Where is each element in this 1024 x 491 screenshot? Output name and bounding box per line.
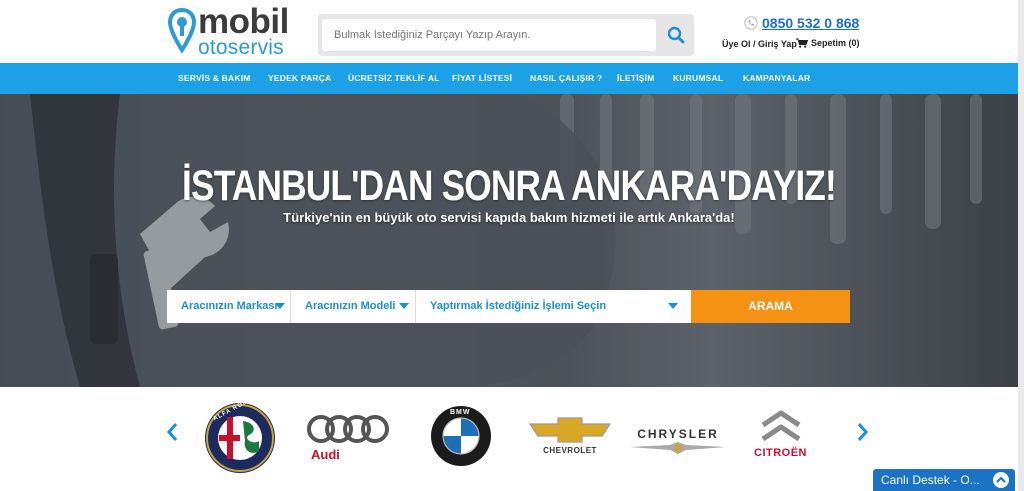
- nav-iletisim[interactable]: İLETİŞİM: [617, 73, 655, 83]
- search-icon: [667, 26, 685, 44]
- hero-title: İSTANBUL'DAN SONRA ANKARA'DAYIZ!: [182, 162, 837, 210]
- service-select-label: Yaptırmak İstediğiniz İşlemi Seçin: [430, 300, 607, 312]
- chevron-down-icon: [668, 303, 678, 309]
- cart-label: Sepetim (0): [811, 38, 860, 48]
- chrysler-wings-logo: [630, 442, 726, 454]
- nav-ucretsiz-teklif[interactable]: ÜCRETSİZ TEKLİF AL: [348, 73, 440, 83]
- hero-subtitle: Türkiye'nin en büyük oto servisi kapıda …: [283, 210, 735, 225]
- nav-nasil-calisir[interactable]: NASIL ÇALIŞIR ?: [530, 73, 602, 83]
- phone-icon: [744, 16, 758, 30]
- brand-select[interactable]: Aracınızın Markası: [167, 290, 291, 323]
- search-bar: [318, 14, 694, 56]
- brand-label-chevrolet: CHEVROLET: [543, 446, 597, 455]
- brand-alfa-romeo[interactable]: ALFA ROMEO: [203, 394, 277, 475]
- chevron-up-icon[interactable]: [993, 472, 1009, 488]
- brand-select-label: Aracınızın Markası: [181, 300, 278, 312]
- brand-label-bmw: BMW: [450, 409, 471, 416]
- audi-logo: [307, 415, 389, 443]
- phone-number-link[interactable]: 0850 532 0 868: [762, 15, 859, 31]
- brand-bmw[interactable]: BMW: [430, 405, 492, 467]
- page: mobil otoservis 0850 532 0 868 Üye Ol / …: [0, 0, 1024, 491]
- chevron-right-icon[interactable]: [856, 421, 870, 443]
- service-select[interactable]: Yaptırmak İstediğiniz İşlemi Seçin: [416, 290, 691, 323]
- hero-background-image: [0, 94, 1018, 387]
- logo-text-otoservis: otoservis: [198, 36, 284, 59]
- live-support-label: Canlı Destek - O...: [881, 473, 980, 487]
- brand-citroen[interactable]: CITROËN: [754, 409, 807, 459]
- brand-label-citroen: CITROËN: [754, 447, 807, 459]
- chevron-left-icon[interactable]: [165, 421, 179, 443]
- logo[interactable]: mobil otoservis: [168, 2, 298, 59]
- brand-label-audi: Audi: [311, 447, 340, 462]
- chevron-down-icon: [399, 303, 409, 309]
- brand-label-chrysler: CHRYSLER: [637, 427, 719, 441]
- nav-fiyat-listesi[interactable]: FİYAT LİSTESİ: [452, 73, 512, 83]
- chevrolet-logo: [528, 417, 612, 443]
- chevron-down-icon: [275, 303, 285, 309]
- brand-chevrolet[interactable]: CHEVROLET: [528, 417, 612, 455]
- arama-button[interactable]: ARAMA: [691, 290, 850, 323]
- search-input[interactable]: [322, 19, 656, 51]
- main-nav: SERVİS & BAKIM YEDEK PARÇA ÜCRETSİZ TEKL…: [0, 63, 1018, 94]
- nav-kampanyalar[interactable]: KAMPANYALAR: [743, 73, 810, 83]
- search-button[interactable]: [658, 14, 694, 56]
- nav-yedek-parca[interactable]: YEDEK PARÇA: [268, 73, 331, 83]
- alfa-romeo-logo: [205, 403, 275, 473]
- brand-audi[interactable]: Audi: [305, 413, 393, 462]
- cart-icon: [796, 38, 808, 48]
- nav-servis-bakim[interactable]: SERVİS & BAKIM: [178, 73, 251, 83]
- phone-block: 0850 532 0 868: [744, 15, 859, 31]
- model-select-label: Aracınızın Modeli: [305, 300, 396, 312]
- header: mobil otoservis 0850 532 0 868 Üye Ol / …: [0, 0, 1018, 63]
- account-link[interactable]: Üye Ol / Giriş Yap: [722, 39, 797, 49]
- hero-banner: İSTANBUL'DAN SONRA ANKARA'DAYIZ! Türkiye…: [0, 94, 1018, 387]
- citroen-logo: [761, 410, 800, 442]
- brand-chrysler[interactable]: CHRYSLER: [628, 427, 728, 455]
- vehicle-search-form: Aracınızın Markası Aracınızın Modeli Yap…: [167, 290, 850, 323]
- nav-kurumsal[interactable]: KURUMSAL: [673, 73, 723, 83]
- live-support-widget[interactable]: Canlı Destek - O...: [873, 469, 1015, 491]
- model-select[interactable]: Aracınızın Modeli: [291, 290, 416, 323]
- location-pin-icon: [168, 8, 196, 54]
- brand-carousel: ALFA ROMEO Audi BMW CHEVROLET CHRYSLER C…: [0, 387, 1018, 491]
- cart-link[interactable]: Sepetim (0): [796, 38, 860, 48]
